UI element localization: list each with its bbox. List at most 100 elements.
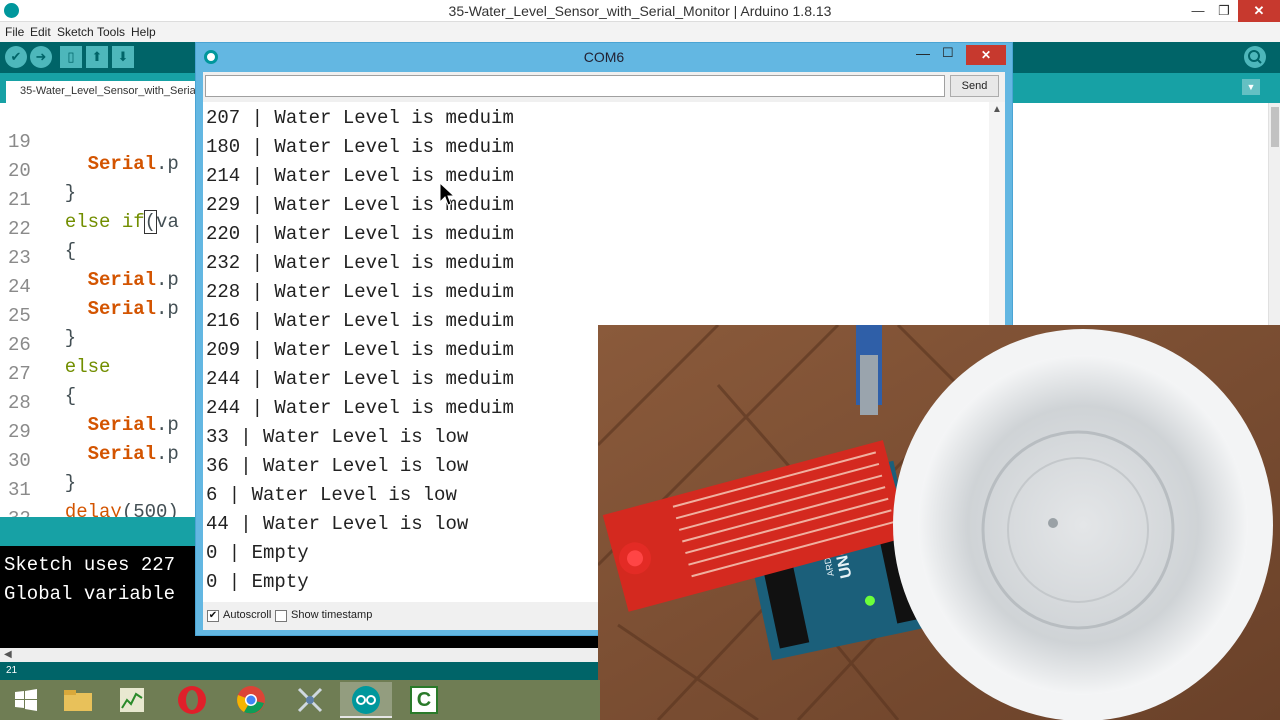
open-button[interactable]: ⬆ [86, 46, 108, 68]
taskbar-task-manager[interactable] [106, 682, 158, 718]
restore-button[interactable]: ❐ [1210, 0, 1238, 22]
scrollbar-thumb[interactable] [1271, 107, 1279, 147]
serial-output-line: 33 | Water Level is low [206, 426, 469, 448]
sketch-tab-label: 35-Water_Level_Sensor_with_Serial_Monito… [20, 85, 198, 97]
chevron-down-icon: ▼ [1246, 82, 1256, 92]
code-line: 28 Serial.p [0, 370, 179, 436]
arrow-up-icon: ⬆ [91, 49, 103, 64]
serial-port-title: COM6 [583, 49, 625, 65]
code-line: 23 Serial.p [0, 225, 179, 291]
code-line: 25 } [0, 283, 76, 349]
autoscroll-label: Autoscroll [223, 609, 272, 621]
camtasia-icon: C [410, 686, 438, 714]
serial-output-line: 244 | Water Level is meduim [206, 368, 514, 390]
menu-help[interactable]: Help [131, 25, 156, 39]
serial-output-line: 216 | Water Level is meduim [206, 310, 514, 332]
taskbar-chrome[interactable] [225, 682, 277, 718]
menu-sketch[interactable]: Sketch [57, 25, 94, 39]
close-button[interactable]: ✕ [966, 45, 1006, 65]
chart-icon [120, 688, 144, 712]
taskbar-file-explorer[interactable] [52, 682, 104, 718]
serial-output-line: 0 | Empty [206, 571, 309, 593]
code-text: { [42, 385, 77, 407]
code-line: 31 delay(500) [0, 457, 179, 523]
code-line: 32 } [0, 486, 53, 552]
serial-send-input[interactable] [205, 75, 945, 97]
windows-icon [15, 689, 37, 711]
serial-monitor-button[interactable] [1244, 46, 1266, 68]
chrome-icon [237, 686, 265, 714]
show-timestamp-checkbox[interactable] [275, 610, 287, 622]
serial-output-line: 36 | Water Level is low [206, 455, 469, 477]
tab-menu-button[interactable]: ▼ [1242, 79, 1260, 95]
file-icon: ▯ [67, 49, 75, 64]
serial-output-line: 207 | Water Level is meduim [206, 107, 514, 129]
serial-monitor-titlebar: COM6 — ☐ ✕ [196, 43, 1012, 71]
code-line: 21 else if(va [0, 167, 179, 234]
save-button[interactable]: ⬇ [112, 46, 134, 68]
arrow-down-icon: ⬇ [117, 49, 129, 64]
taskbar-tool[interactable] [284, 682, 336, 718]
tool-icon [297, 687, 323, 713]
code-line: 30 } [0, 428, 76, 494]
serial-output-line: 209 | Water Level is meduim [206, 339, 514, 361]
upload-button[interactable]: ➜ [30, 46, 52, 68]
code-text: else [42, 356, 111, 378]
menu-edit[interactable]: Edit [30, 25, 51, 39]
code-line: 29 Serial.p [0, 399, 179, 465]
code-text: { [42, 240, 77, 262]
menu-file[interactable]: File [5, 25, 24, 39]
minimize-button[interactable]: — [1184, 0, 1212, 22]
code-text: Serial.p [87, 443, 179, 465]
serial-output-line: 6 | Water Level is low [206, 484, 457, 506]
minimize-button[interactable]: — [916, 45, 940, 61]
code-text: Serial.p [87, 414, 179, 436]
serial-output-line: 244 | Water Level is meduim [206, 397, 514, 419]
start-button[interactable] [0, 682, 52, 718]
code-line: 19 Serial.p [0, 109, 179, 175]
menu-bar: File Edit Sketch Tools Help [0, 22, 1280, 42]
new-button[interactable]: ▯ [60, 46, 82, 68]
taskbar: C [0, 680, 600, 720]
close-button[interactable]: ✕ [1238, 0, 1280, 22]
sketch-tab[interactable]: 35-Water_Level_Sensor_with_Serial_Monito… [6, 81, 198, 103]
serial-output-line: 232 | Water Level is meduim [206, 252, 514, 274]
code-line: 22 { [0, 196, 76, 262]
serial-output-line: 228 | Water Level is meduim [206, 281, 514, 303]
send-button[interactable]: Send [950, 75, 999, 97]
mouse-cursor-icon [439, 182, 455, 206]
code-text: else if(va [64, 210, 179, 234]
camtasia-letter: C [416, 689, 432, 711]
window-title: 35-Water_Level_Sensor_with_Serial_Monito… [448, 3, 832, 19]
arrow-right-icon: ➜ [35, 49, 47, 64]
chevron-left-icon[interactable]: ◀ [4, 648, 12, 662]
checkmark-icon: ✔ [208, 610, 218, 621]
ide-titlebar: 35-Water_Level_Sensor_with_Serial_Monito… [0, 0, 1280, 22]
serial-output-line: 214 | Water Level is meduim [206, 165, 514, 187]
serial-output-line: 180 | Water Level is meduim [206, 136, 514, 158]
code-text: } [42, 182, 77, 204]
magnifier-icon [1248, 50, 1262, 64]
camera-feed: UNO ARDUINO [598, 325, 1280, 720]
maximize-button[interactable]: ☐ [942, 45, 966, 61]
code-text: Serial.p [87, 298, 179, 320]
chevron-up-icon[interactable]: ▲ [992, 104, 1002, 115]
folder-icon [64, 690, 92, 711]
taskbar-arduino[interactable] [340, 682, 392, 718]
serial-output-line: 229 | Water Level is meduim [206, 194, 514, 216]
opera-icon [178, 686, 206, 714]
menu-tools[interactable]: Tools [97, 25, 125, 39]
line-number-status: 21 [0, 662, 600, 680]
code-line: 24 Serial.p [0, 254, 179, 320]
taskbar-camtasia[interactable]: C [398, 682, 450, 718]
code-line: 20 } [0, 138, 76, 204]
console-scrollbar[interactable]: ◀ [0, 648, 600, 662]
check-icon: ✔ [10, 49, 22, 64]
taskbar-opera[interactable] [166, 682, 218, 718]
verify-button[interactable]: ✔ [5, 46, 27, 68]
camera-scene-image: UNO ARDUINO [598, 325, 1280, 720]
show-timestamp-label: Show timestamp [291, 609, 373, 621]
code-text: Serial.p [87, 153, 179, 175]
autoscroll-checkbox[interactable]: ✔ [207, 610, 219, 622]
code-text: } [42, 472, 77, 494]
